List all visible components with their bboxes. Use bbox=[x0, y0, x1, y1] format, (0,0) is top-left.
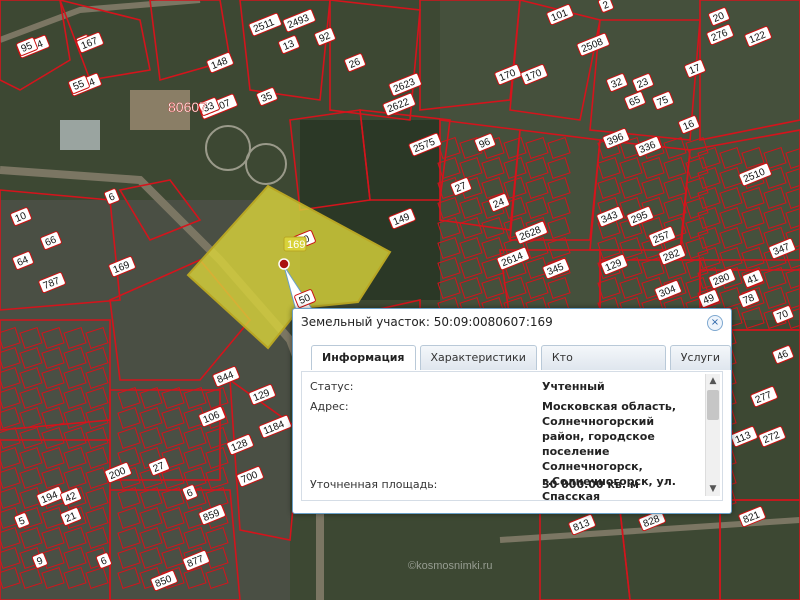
parcel-marker-icon[interactable] bbox=[278, 258, 290, 270]
scroll-down-icon[interactable]: ▼ bbox=[706, 482, 720, 496]
selected-parcel-label: 169 bbox=[287, 239, 305, 251]
tab-who-serves[interactable]: Кто обслуживает? bbox=[540, 345, 666, 388]
parcel-info-popup[interactable]: Земельный участок: 50:09:0080607:169 × И… bbox=[292, 308, 732, 514]
status-label: Статус: bbox=[310, 380, 354, 393]
cadastral-quarter-label: 80607 bbox=[168, 99, 207, 115]
building bbox=[60, 120, 100, 150]
tab-characteristics[interactable]: Характеристики bbox=[419, 345, 537, 370]
address-label: Адрес: bbox=[310, 400, 349, 413]
tab-services[interactable]: Услуги bbox=[669, 345, 731, 370]
area-label: Уточненная площадь: bbox=[310, 478, 438, 491]
scroll-up-icon[interactable]: ▲ bbox=[706, 374, 720, 388]
area-value: 30 000.00 кв. м bbox=[542, 478, 639, 491]
info-panel[interactable]: Статус: Учтенный Адрес: Московская облас… bbox=[301, 371, 723, 501]
map-watermark: ©kosmosnimki.ru bbox=[408, 560, 493, 572]
status-value: Учтенный bbox=[542, 380, 605, 393]
tab-information[interactable]: Информация bbox=[311, 345, 416, 370]
close-button[interactable]: × bbox=[707, 315, 723, 331]
scroll-thumb[interactable] bbox=[707, 390, 719, 420]
popup-tabs: Информация Характеристики Кто обслуживае… bbox=[311, 345, 731, 388]
popup-title: Земельный участок: 50:09:0080607:169 bbox=[301, 315, 553, 329]
info-scrollbar[interactable]: ▲ ▼ bbox=[705, 374, 720, 496]
